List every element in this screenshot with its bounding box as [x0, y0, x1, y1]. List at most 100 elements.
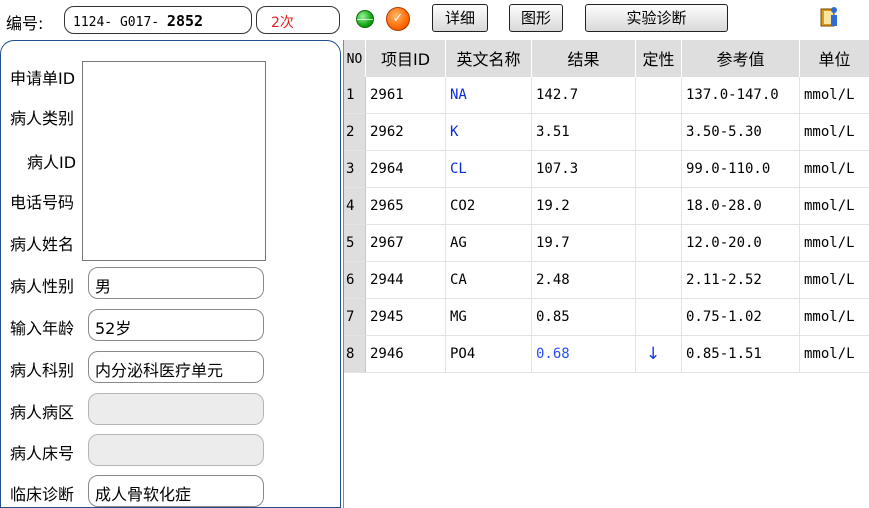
table-row[interactable]: 1 2961 NA 142.7 137.0-147.0 mmol/L [344, 77, 869, 114]
row-unit: mmol/L [800, 225, 869, 262]
row-english-name: AG [446, 225, 532, 262]
patient-id-label: 病人ID [27, 153, 77, 172]
bed-field[interactable] [88, 434, 264, 466]
row-reference: 12.0-20.0 [682, 225, 800, 262]
row-unit: mmol/L [800, 262, 869, 299]
row-no: 8 [344, 336, 366, 373]
phone-label: 电话号码 [10, 193, 75, 212]
row-result: 107.3 [532, 151, 636, 188]
row-reference: 137.0-147.0 [682, 77, 800, 114]
row-item-id: 2964 [366, 151, 446, 188]
diagnosis-field[interactable]: 成人骨软化症 [88, 475, 264, 507]
row-qualitative [636, 151, 682, 188]
sample-number-suffix: 2852 [166, 12, 204, 30]
gender-field[interactable]: 男 [88, 267, 264, 299]
row-no: 1 [344, 77, 366, 114]
gender-label: 病人性别 [10, 277, 75, 296]
status-green-icon [356, 10, 374, 28]
row-qualitative [636, 262, 682, 299]
row-qualitative [636, 225, 682, 262]
row-no: 3 [344, 151, 366, 188]
row-qualitative [636, 188, 682, 225]
row-no: 6 [344, 262, 366, 299]
col-english-name-header[interactable]: 英文名称 [446, 40, 532, 77]
row-result: 0.68 [532, 336, 636, 373]
row-reference: 2.11-2.52 [682, 262, 800, 299]
row-no: 4 [344, 188, 366, 225]
patient-info-panel: 申请单ID 病人类别 病人ID 电话号码 病人姓名 病人性别 男 输入年龄 52… [0, 40, 341, 508]
table-row[interactable]: 2 2962 K 3.51 3.50-5.30 mmol/L [344, 114, 869, 151]
request-info-box[interactable] [82, 61, 266, 261]
col-qualitative-header[interactable]: 定性 [636, 40, 682, 77]
row-english-name: PO4 [446, 336, 532, 373]
department-field[interactable]: 内分泌科医疗单元 [88, 351, 264, 383]
ward-field[interactable] [88, 393, 264, 425]
row-item-id: 2945 [366, 299, 446, 336]
patient-category-label: 病人类别 [10, 109, 75, 128]
sample-number-field[interactable]: 1124- G017- 2852 [64, 6, 252, 34]
row-qualitative [636, 114, 682, 151]
row-reference: 0.85-1.51 [682, 336, 800, 373]
row-english-name: CO2 [446, 188, 532, 225]
graph-button[interactable]: 图形 [509, 4, 563, 32]
help-book-icon[interactable] [820, 6, 838, 28]
table-row[interactable]: 6 2944 CA 2.48 2.11-2.52 mmol/L [344, 262, 869, 299]
row-unit: mmol/L [800, 188, 869, 225]
diagnosis-label: 临床诊断 [10, 485, 75, 504]
row-english-name: CA [446, 262, 532, 299]
age-label: 输入年龄 [10, 319, 75, 338]
col-reference-header[interactable]: 参考值 [682, 40, 800, 77]
table-row[interactable]: 4 2965 CO2 19.2 18.0-28.0 mmol/L [344, 188, 869, 225]
lab-diagnosis-button[interactable]: 实验诊断 [585, 4, 728, 32]
col-no-header[interactable]: NO [344, 40, 366, 77]
age-field[interactable]: 52岁 [88, 309, 264, 341]
row-unit: mmol/L [800, 114, 869, 151]
request-id-label: 申请单ID [10, 69, 76, 88]
row-english-name: K [446, 114, 532, 151]
row-item-id: 2961 [366, 77, 446, 114]
row-item-id: 2944 [366, 262, 446, 299]
row-result: 19.2 [532, 188, 636, 225]
row-qualitative [636, 299, 682, 336]
row-reference: 18.0-28.0 [682, 188, 800, 225]
table-row[interactable]: 5 2967 AG 19.7 12.0-20.0 mmol/L [344, 225, 869, 262]
row-item-id: 2962 [366, 114, 446, 151]
row-unit: mmol/L [800, 77, 869, 114]
row-result: 3.51 [532, 114, 636, 151]
ward-label: 病人病区 [10, 403, 75, 422]
row-unit: mmol/L [800, 151, 869, 188]
row-unit: mmol/L [800, 336, 869, 373]
col-item-id-header[interactable]: 项目ID [366, 40, 446, 77]
row-no: 5 [344, 225, 366, 262]
row-reference: 99.0-110.0 [682, 151, 800, 188]
row-reference: 3.50-5.30 [682, 114, 800, 151]
row-english-name: MG [446, 299, 532, 336]
row-result: 19.7 [532, 225, 636, 262]
row-no: 2 [344, 114, 366, 151]
row-item-id: 2946 [366, 336, 446, 373]
verify-icon[interactable]: ✓ [386, 7, 410, 31]
row-item-id: 2967 [366, 225, 446, 262]
col-result-header[interactable]: 结果 [532, 40, 636, 77]
grid-header: NO 项目ID 英文名称 结果 定性 参考值 单位 [344, 40, 869, 77]
row-result: 0.85 [532, 299, 636, 336]
bed-label: 病人床号 [10, 444, 75, 463]
row-qualitative: ↓ [636, 336, 682, 373]
patient-name-label: 病人姓名 [10, 235, 75, 254]
table-row[interactable]: 7 2945 MG 0.85 0.75-1.02 mmol/L [344, 299, 869, 336]
test-count-badge: 2次 [256, 6, 340, 34]
row-english-name: NA [446, 77, 532, 114]
number-label: 编号: [6, 14, 44, 33]
table-row[interactable]: 3 2964 CL 107.3 99.0-110.0 mmol/L [344, 151, 869, 188]
row-item-id: 2965 [366, 188, 446, 225]
detail-button[interactable]: 详细 [432, 4, 488, 32]
results-grid: NO 项目ID 英文名称 结果 定性 参考值 单位 1 2961 NA 142.7 13… [343, 40, 869, 508]
row-qualitative [636, 77, 682, 114]
row-unit: mmol/L [800, 299, 869, 336]
sample-number-prefix: 1124- G017- [73, 15, 160, 30]
table-row[interactable]: 8 2946 PO4 0.68 ↓ 0.85-1.51 mmol/L [344, 336, 869, 373]
row-no: 7 [344, 299, 366, 336]
col-unit-header[interactable]: 单位 [800, 40, 869, 77]
row-english-name: CL [446, 151, 532, 188]
row-result: 2.48 [532, 262, 636, 299]
